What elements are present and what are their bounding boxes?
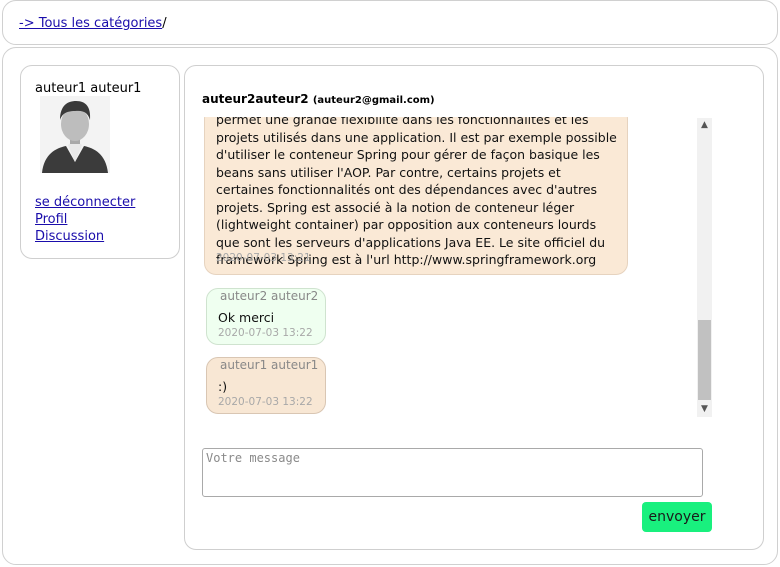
message-text: Ok merci [218, 310, 275, 325]
message-text: :) [218, 379, 228, 394]
send-button[interactable]: envoyer [642, 502, 712, 532]
user-silhouette-icon [40, 96, 110, 173]
avatar [40, 96, 110, 173]
message-bubble: auteur2 auteur2 Ok merci 2020-07-03 13:2… [206, 288, 326, 345]
user-links: se déconnecter Profil Discussion [35, 194, 135, 245]
message-input[interactable] [202, 448, 703, 497]
message-time: 2020-07-03 13:21 [216, 252, 311, 264]
profile-link[interactable]: Profil [35, 211, 135, 228]
message-bubble: auteur1 auteur1 :) 2020-07-03 13:22 [206, 357, 326, 414]
contact-name: auteur2auteur2 [202, 92, 309, 106]
message-text: permet une grande flexibilité dans les f… [216, 117, 617, 267]
message-author: auteur1 auteur1 [220, 358, 319, 372]
message-author: auteur2 auteur2 [220, 289, 319, 303]
message-time: 2020-07-03 13:22 [218, 327, 313, 339]
top-bar: -> Tous les catégories/ [2, 0, 778, 45]
message-scrollbar[interactable]: ▲ ▼ [697, 118, 712, 417]
chat-header: auteur2auteur2 (auteur2@gmail.com) [202, 92, 435, 106]
message-time: 2020-07-03 13:22 [218, 396, 313, 408]
message-list[interactable]: permet une grande flexibilité dans les f… [204, 117, 696, 417]
user-name: auteur1 auteur1 [35, 81, 142, 96]
discussion-link[interactable]: Discussion [35, 228, 135, 245]
scroll-up-arrow-icon[interactable]: ▲ [697, 118, 712, 133]
all-categories-link[interactable]: -> Tous les catégories [19, 16, 162, 31]
contact-email: (auteur2@gmail.com) [312, 95, 435, 106]
message-bubble: permet une grande flexibilité dans les f… [204, 117, 628, 275]
scroll-thumb[interactable] [698, 320, 711, 400]
chat-panel: auteur2auteur2 (auteur2@gmail.com) perme… [184, 65, 764, 550]
logout-link[interactable]: se déconnecter [35, 194, 135, 211]
breadcrumb-separator: / [162, 16, 167, 31]
user-card: auteur1 auteur1 se déconnecter Profil Di… [20, 65, 180, 259]
breadcrumb: -> Tous les catégories/ [19, 16, 167, 31]
scroll-down-arrow-icon[interactable]: ▼ [697, 402, 712, 417]
